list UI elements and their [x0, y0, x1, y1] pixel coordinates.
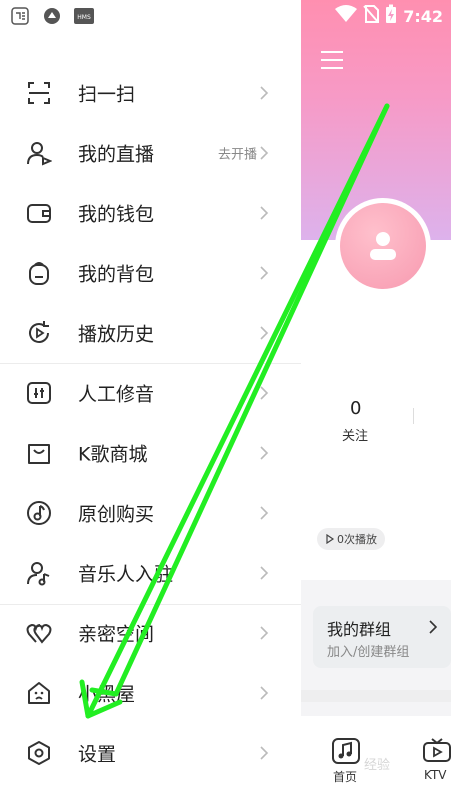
drawer-item-label: 原创购买 [78, 503, 155, 526]
hearts-icon [26, 623, 52, 644]
status-bar-left: HMS [10, 6, 94, 26]
drawer-item[interactable]: 扫一扫 [0, 63, 301, 123]
avatar-placeholder-icon [340, 203, 426, 289]
drawer-item[interactable]: 我的直播 去开播 [0, 123, 301, 183]
drawer-item[interactable]: 小黑屋 [0, 663, 301, 723]
following-count[interactable]: 0 [350, 398, 361, 419]
clock-time: 7:42 [403, 6, 443, 26]
chevron-right-icon [260, 86, 269, 100]
hamburger-menu-icon[interactable] [321, 50, 343, 70]
no-sim-icon [363, 5, 380, 27]
musician-icon [27, 562, 50, 586]
hms-text: HMS [77, 14, 91, 21]
my-groups-card[interactable]: 我的群组 加入/创建群组 [313, 606, 451, 668]
drawer-item-hint: 去开播 [217, 147, 257, 163]
menu-divider [0, 604, 301, 605]
wifi-icon [335, 5, 358, 27]
profile-page-background: 7:42 0 关注 0次播放 我的群组 加入/创建群组 首页 KTV [301, 0, 451, 802]
shortcut-app-icon [42, 6, 62, 26]
drawer-item[interactable]: 播放历史 [0, 303, 301, 363]
drawer-item[interactable]: 原创购买 [0, 483, 301, 543]
music-note-icon [27, 501, 51, 525]
drawer-item[interactable]: 亲密空间 [0, 603, 301, 663]
home-music-icon[interactable] [332, 738, 360, 764]
chevron-right-icon [260, 326, 269, 340]
drawer-item[interactable]: K歌商城 [0, 423, 301, 483]
drawer-item[interactable]: 我的背包 [0, 243, 301, 303]
ktv-tv-icon[interactable] [423, 738, 451, 762]
chevron-right-icon [260, 626, 269, 640]
wallet-icon [27, 204, 51, 223]
plays-label: 0次播放 [337, 533, 377, 546]
drawer-item-label: K歌商城 [78, 443, 148, 466]
tab-ktv-label[interactable]: KTV [424, 768, 446, 782]
stat-divider [413, 408, 414, 424]
tune-icon [27, 382, 51, 404]
drawer-item-label: 我的背包 [78, 263, 155, 286]
drawer-item[interactable]: 我的钱包 [0, 183, 301, 243]
live-user-icon [27, 142, 52, 166]
side-drawer: HMS 扫一扫我的直播 去开播我的钱包我的背包播放历史人工修音 K歌商城原创购买音乐… [0, 0, 301, 802]
drawer-item-label: 我的直播 [78, 143, 155, 166]
drawer-item-label: 播放历史 [78, 323, 155, 346]
chevron-right-icon [260, 386, 269, 400]
drawer-item-label: 小黑屋 [78, 683, 136, 706]
chevron-right-icon [260, 746, 269, 760]
section-separator [301, 690, 451, 702]
groups-title: 我的群组 [327, 620, 392, 639]
menu-divider [0, 363, 301, 364]
play-icon [326, 534, 335, 544]
chevron-right-icon [429, 620, 437, 634]
drawer-item-label: 设置 [78, 743, 117, 766]
avatar[interactable] [335, 198, 431, 294]
status-bar-right: 7:42 [335, 4, 443, 28]
chevron-right-icon [260, 206, 269, 220]
tab-home-label[interactable]: 首页 [333, 768, 357, 785]
hms-app-icon: HMS [74, 6, 94, 26]
backpack-icon [29, 262, 49, 285]
drawer-item-label: 亲密空间 [78, 623, 155, 646]
drawer-item-label: 音乐人入驻 [78, 563, 174, 586]
drawer-item-label: 人工修音 [78, 383, 155, 406]
following-label[interactable]: 关注 [342, 425, 368, 444]
drawer-item[interactable]: 人工修音 [0, 363, 301, 423]
chevron-right-icon [260, 146, 269, 160]
chevron-right-icon [260, 266, 269, 280]
history-icon [29, 321, 49, 343]
settings-hex-icon [28, 741, 50, 765]
message-app-icon [10, 6, 30, 26]
shop-bag-icon [28, 444, 50, 464]
watermark-text: 经验 [364, 758, 391, 773]
chevron-right-icon [260, 686, 269, 700]
drawer-item-label: 扫一扫 [78, 83, 136, 106]
drawer-item[interactable]: 音乐人入驻 [0, 543, 301, 603]
scan-icon [28, 82, 50, 104]
groups-subtitle: 加入/创建群组 [327, 645, 410, 660]
chevron-right-icon [260, 446, 269, 460]
chevron-right-icon [260, 506, 269, 520]
drawer-item[interactable]: 设置 [0, 723, 301, 783]
house-face-icon [28, 682, 50, 704]
chevron-right-icon [260, 566, 269, 580]
drawer-menu: 扫一扫我的直播 去开播我的钱包我的背包播放历史人工修音 K歌商城原创购买音乐人入驻亲… [0, 63, 301, 783]
battery-charging-icon [385, 4, 397, 28]
drawer-item-label: 我的钱包 [78, 203, 155, 226]
plays-badge: 0次播放 [317, 528, 385, 550]
